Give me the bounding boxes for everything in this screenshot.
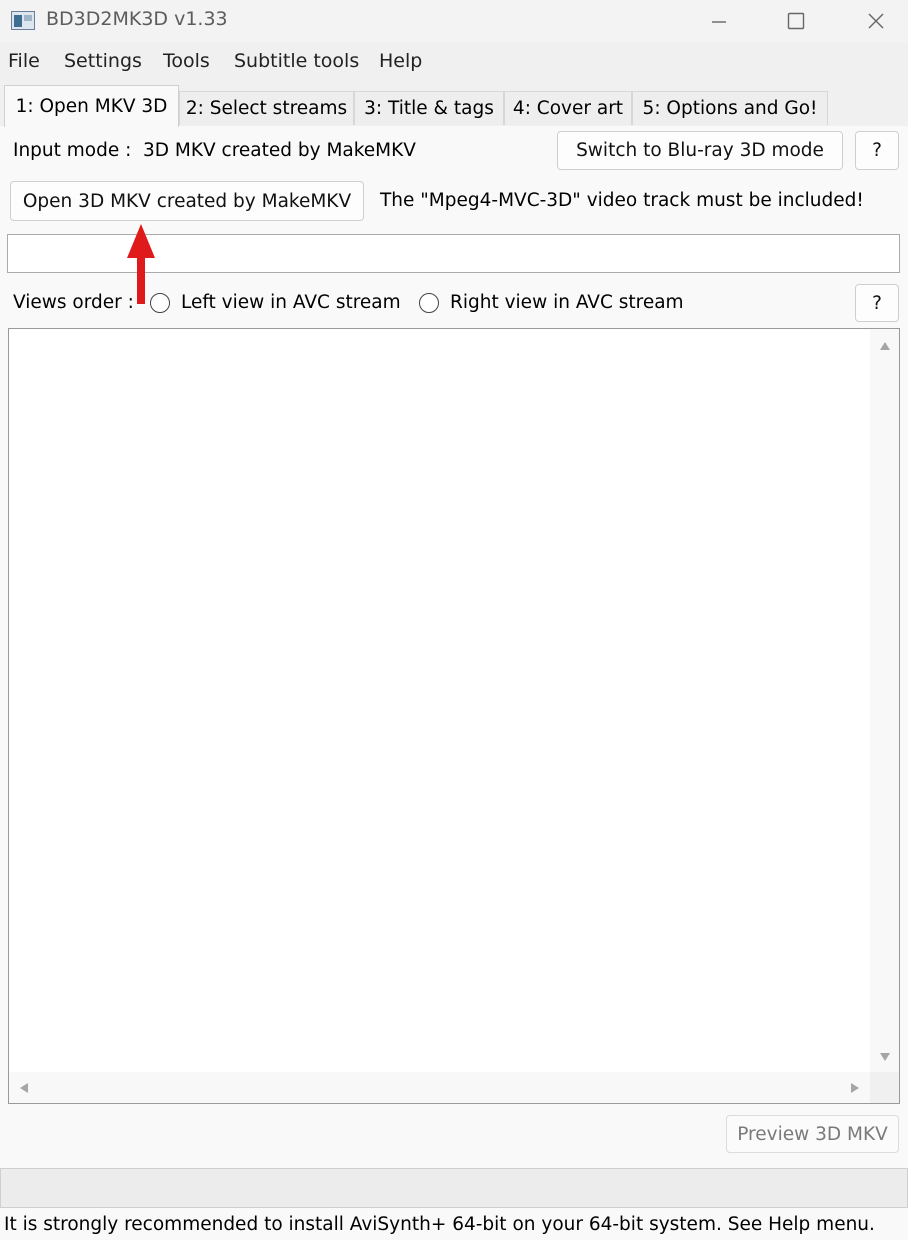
- horizontal-scrollbar[interactable]: [9, 1072, 870, 1103]
- input-mode-value: 3D MKV created by MakeMKV: [143, 140, 416, 161]
- status-field: [0, 1168, 908, 1208]
- switch-bluray-mode-button[interactable]: Switch to Blu-ray 3D mode: [557, 131, 843, 170]
- menu-help[interactable]: Help: [379, 50, 422, 72]
- tab-options-go[interactable]: 5: Options and Go!: [632, 91, 828, 125]
- scroll-left-icon[interactable]: [19, 1082, 29, 1094]
- tab-select-streams[interactable]: 2: Select streams: [179, 91, 354, 125]
- maximize-icon: [787, 12, 805, 30]
- tab-cover-art[interactable]: 4: Cover art: [504, 91, 632, 125]
- scroll-corner: [870, 1072, 899, 1103]
- vertical-scrollbar[interactable]: [870, 329, 899, 1072]
- preview-3d-mkv-button[interactable]: Preview 3D MKV: [726, 1115, 899, 1153]
- input-mode-label: Input mode :: [13, 140, 132, 161]
- views-order-help-button[interactable]: ?: [855, 284, 899, 322]
- input-mode-help-button[interactable]: ?: [855, 131, 899, 170]
- scroll-right-icon[interactable]: [850, 1082, 860, 1094]
- right-view-radio[interactable]: [419, 293, 439, 313]
- title-bar: BD3D2MK3D v1.33: [0, 0, 908, 42]
- tab-strip: 1: Open MKV 3D 2: Select streams 3: Titl…: [0, 85, 908, 127]
- tab-open-mkv-3d[interactable]: 1: Open MKV 3D: [4, 85, 179, 127]
- minimize-button[interactable]: [689, 0, 749, 42]
- close-icon: [868, 13, 884, 29]
- menu-file[interactable]: File: [8, 50, 40, 72]
- menu-tools[interactable]: Tools: [163, 50, 210, 72]
- scroll-down-icon[interactable]: [879, 1052, 891, 1062]
- menu-bar: File Settings Tools Subtitle tools Help: [0, 50, 908, 80]
- right-view-label[interactable]: Right view in AVC stream: [450, 292, 684, 313]
- left-view-radio[interactable]: [150, 293, 170, 313]
- views-order-label: Views order :: [13, 292, 134, 313]
- scroll-up-icon[interactable]: [879, 341, 891, 351]
- stream-info-box[interactable]: [8, 328, 900, 1104]
- left-view-label[interactable]: Left view in AVC stream: [181, 292, 401, 313]
- open-3d-mkv-button[interactable]: Open 3D MKV created by MakeMKV: [10, 181, 364, 221]
- app-window-icon: [11, 11, 35, 30]
- tab-title-tags[interactable]: 3: Title & tags: [354, 91, 504, 125]
- close-button[interactable]: [846, 0, 906, 42]
- footer-note: It is strongly recommended to install Av…: [4, 1214, 875, 1235]
- maximize-button[interactable]: [766, 0, 826, 42]
- menu-subtitle-tools[interactable]: Subtitle tools: [234, 50, 359, 72]
- window-title: BD3D2MK3D v1.33: [46, 8, 228, 30]
- mvc-track-note: The "Mpeg4-MVC-3D" video track must be i…: [380, 190, 864, 211]
- minimize-icon: [712, 21, 726, 23]
- menu-settings[interactable]: Settings: [64, 50, 142, 72]
